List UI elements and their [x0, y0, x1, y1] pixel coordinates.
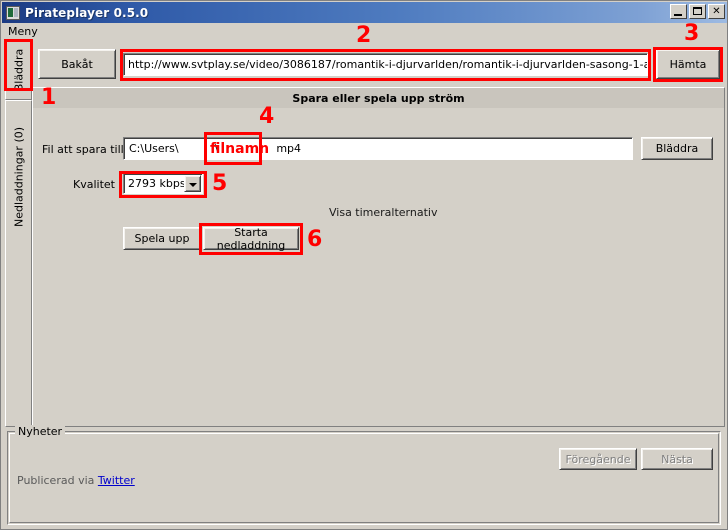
- save-to-extension: mp4: [276, 142, 302, 155]
- quality-combo[interactable]: 2793 kbps: [123, 173, 203, 194]
- previous-news-button[interactable]: Föregående: [559, 448, 637, 470]
- minimize-icon[interactable]: [670, 4, 687, 19]
- url-input[interactable]: http://www.svtplay.se/video/3086187/roma…: [123, 53, 648, 76]
- menu-item-meny[interactable]: Meny: [8, 25, 38, 38]
- sidebar-tab-bladdra-label: Bläddra: [12, 48, 25, 92]
- title-bar: Pirateplayer 0.5.0 ✕: [2, 2, 727, 23]
- window-controls: ✕: [670, 4, 725, 19]
- maximize-icon[interactable]: [689, 4, 706, 19]
- news-group-title: Nyheter: [15, 425, 66, 438]
- browse-button[interactable]: Bläddra: [641, 137, 713, 160]
- save-to-input[interactable]: C:\Users\ \ mp4: [123, 137, 633, 160]
- back-button[interactable]: Bakåt: [38, 49, 116, 79]
- save-to-label: Fil att spara till: [42, 143, 124, 156]
- sidebar-tab-nedladdningar-label: Nedladdningar (0): [12, 126, 25, 228]
- sidebar-tabstrip: Bläddra Nedladdningar (0): [5, 40, 32, 427]
- start-download-button[interactable]: Starta nedladdning: [203, 226, 299, 252]
- published-via-text: Publicerad via Twitter: [17, 474, 135, 487]
- application-window: Pirateplayer 0.5.0 ✕ Meny Bläddra Nedlad…: [0, 0, 728, 530]
- save-to-path-middle: \: [214, 142, 219, 155]
- show-timer-options-link[interactable]: Visa timeralternativ: [329, 206, 437, 219]
- fetch-button[interactable]: Hämta: [656, 49, 720, 79]
- quality-selected-value: 2793 kbps: [128, 177, 186, 190]
- app-icon: [6, 5, 20, 20]
- quality-label: Kvalitet: [73, 178, 115, 191]
- save-to-path-prefix: C:\Users\: [129, 142, 179, 155]
- window-title: Pirateplayer 0.5.0: [25, 5, 149, 20]
- twitter-link[interactable]: Twitter: [98, 474, 135, 487]
- section-header-band: Spara eller spela upp ström: [33, 88, 724, 108]
- published-via-prefix: Publicerad via: [17, 474, 98, 487]
- play-button[interactable]: Spela upp: [123, 227, 201, 250]
- close-icon[interactable]: ✕: [708, 4, 725, 19]
- sidebar-tab-nedladdningar[interactable]: Nedladdningar (0): [5, 100, 32, 427]
- section-title: Spara eller spela upp ström: [292, 91, 465, 105]
- menu-bar: Meny: [2, 23, 727, 40]
- chevron-down-icon[interactable]: [184, 175, 201, 192]
- sidebar-tab-bladdra[interactable]: Bläddra: [5, 40, 32, 100]
- next-news-button[interactable]: Nästa: [641, 448, 713, 470]
